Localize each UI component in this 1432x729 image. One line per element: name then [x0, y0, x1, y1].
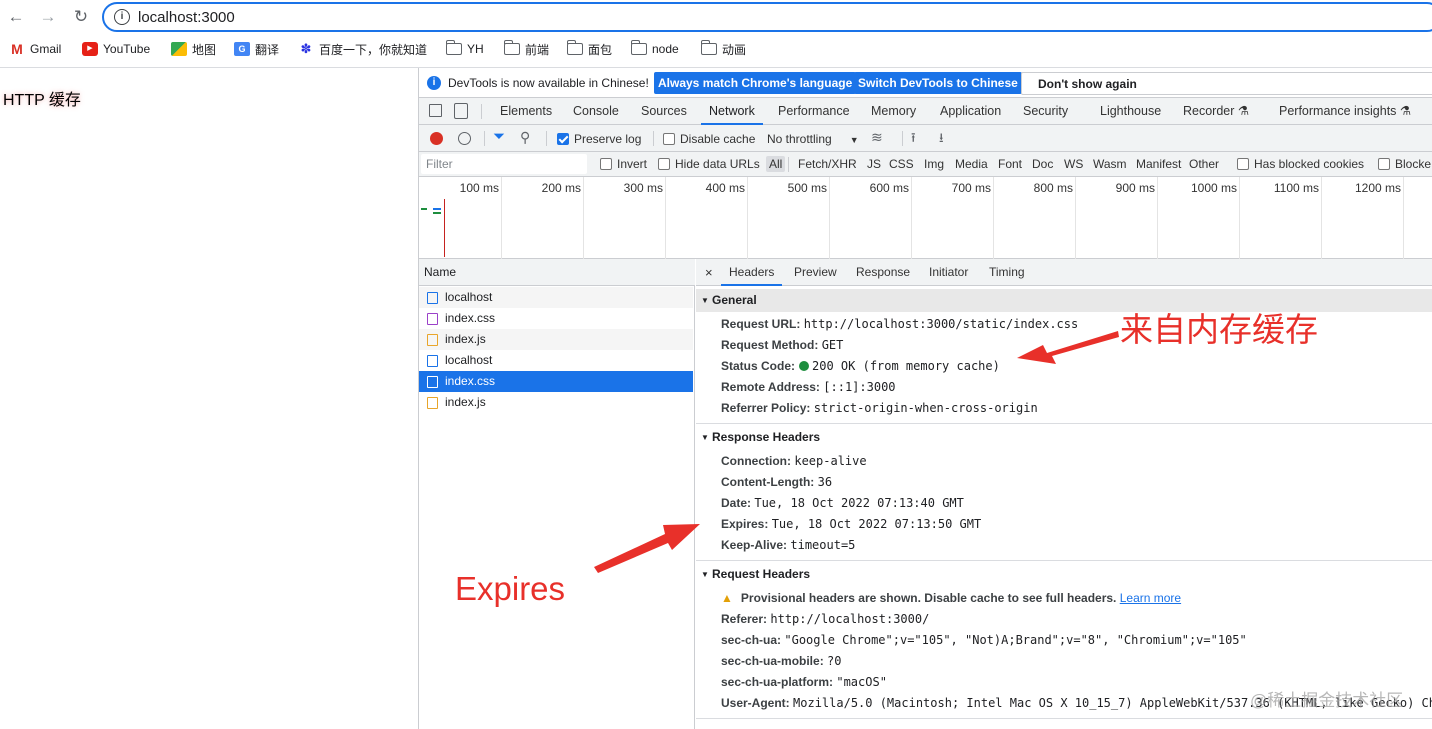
- watermark: @稀土掘金技术社区: [1250, 691, 1404, 710]
- annotation-expires: Expires: [455, 570, 566, 607]
- arrow-to-expires: [594, 524, 700, 573]
- annotation-memory-cache: 来自内存缓存: [1120, 311, 1318, 348]
- arrow-to-status-code: [1017, 331, 1119, 364]
- annotation-arrows: [594, 331, 1119, 573]
